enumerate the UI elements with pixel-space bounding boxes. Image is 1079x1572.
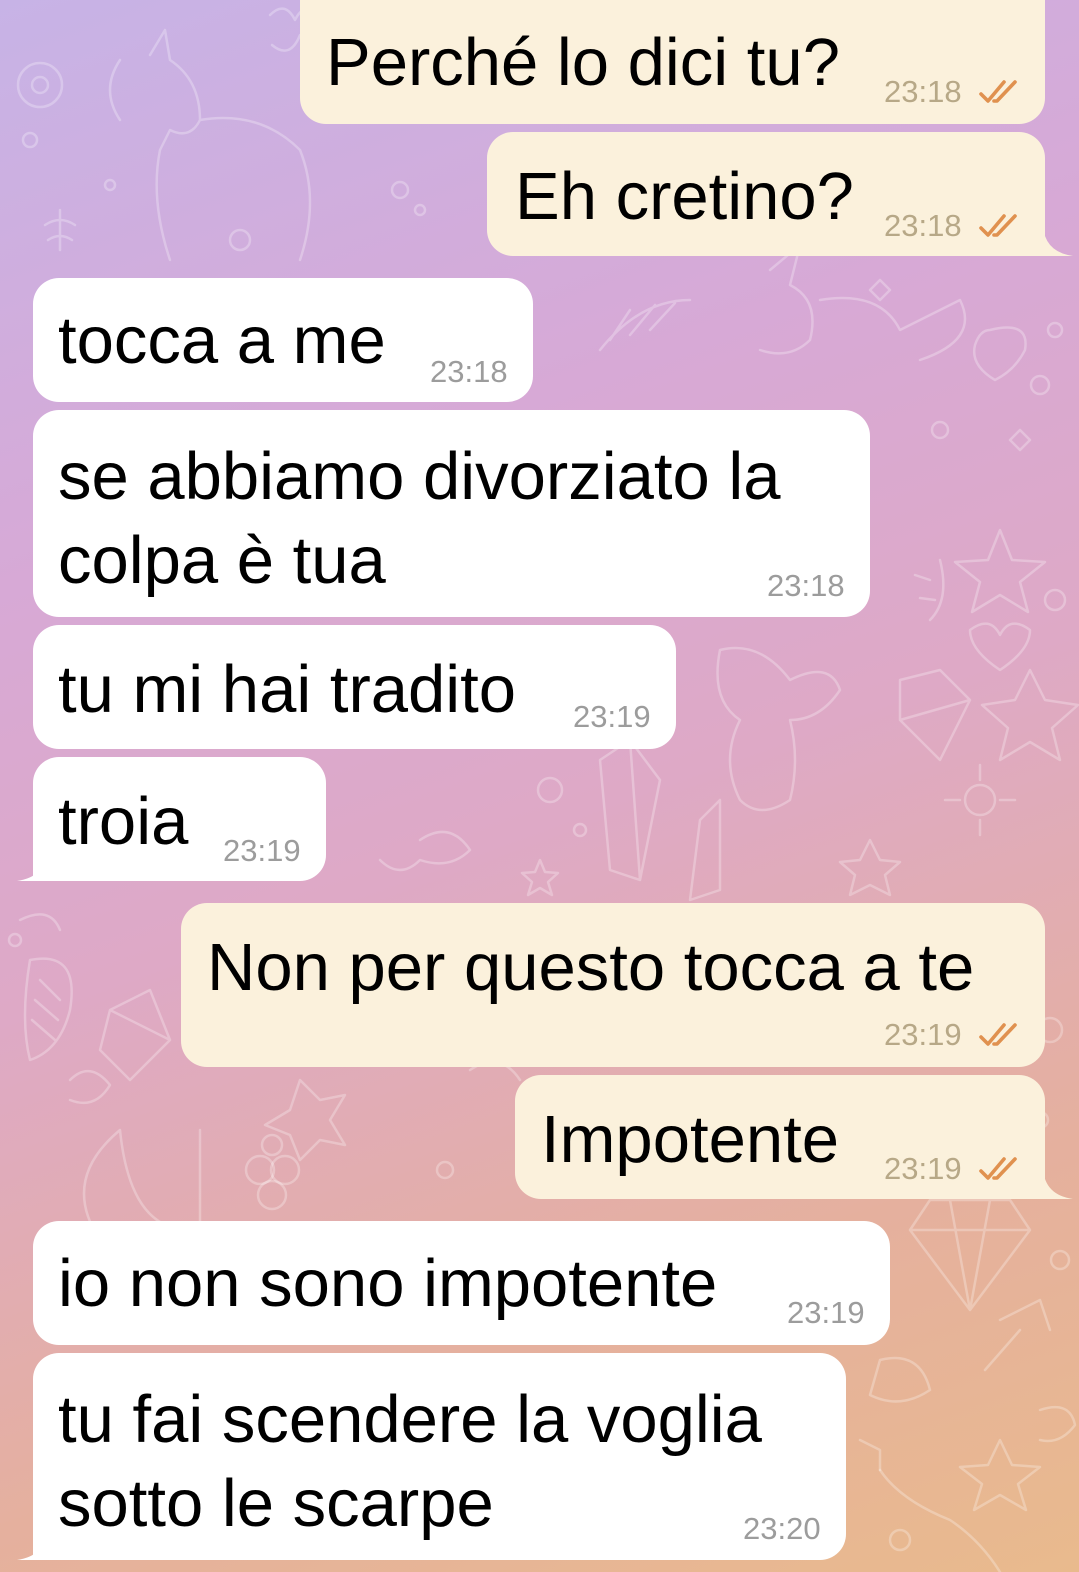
- bubble-tail: [17, 1530, 47, 1560]
- message-text: Perché lo dici tu?: [326, 25, 840, 100]
- message-text: tocca a me: [58, 303, 386, 378]
- bubble-tail: [17, 851, 47, 881]
- message-bubble-incoming[interactable]: io non sono impotente 23:19: [33, 1221, 890, 1345]
- double-check-icon: [979, 214, 1017, 237]
- message-text: Eh cretino?: [515, 159, 854, 234]
- message-timestamp: 23:19: [223, 833, 301, 868]
- message-bubble-incoming[interactable]: tu mi hai tradito 23:19: [33, 625, 676, 749]
- message-timestamp: 23:18: [884, 74, 962, 109]
- message-bubble-outgoing[interactable]: Eh cretino? 23:18: [487, 132, 1073, 256]
- bubble-tail: [1043, 1169, 1073, 1199]
- message-text-line: tu fai scendere la voglia: [58, 1382, 762, 1457]
- message-text: Non per questo tocca a te: [207, 930, 975, 1005]
- message-timestamp: 23:19: [573, 699, 651, 734]
- double-check-icon: [979, 1157, 1017, 1180]
- message-bubble-outgoing[interactable]: Non per questo tocca a te 23:19: [181, 903, 1045, 1067]
- message-timestamp: 23:19: [884, 1151, 962, 1186]
- message-text-line: colpa è tua: [58, 523, 386, 598]
- message-bubble-incoming[interactable]: se abbiamo divorziato la colpa è tua 23:…: [33, 410, 870, 617]
- double-check-icon: [979, 1023, 1017, 1046]
- message-bubble-incoming[interactable]: tu fai scendere la voglia sotto le scarp…: [17, 1353, 846, 1560]
- message-timestamp: 23:20: [743, 1511, 821, 1546]
- message-bubble-incoming[interactable]: tocca a me 23:18: [33, 278, 533, 402]
- message-timestamp: 23:18: [430, 354, 508, 389]
- bubble-tail: [1043, 226, 1073, 256]
- message-text: tu mi hai tradito: [58, 652, 517, 727]
- message-timestamp: 23:19: [787, 1295, 865, 1330]
- message-text-line: se abbiamo divorziato la: [58, 439, 781, 514]
- message-text: io non sono impotente: [58, 1246, 718, 1321]
- message-bubble-outgoing[interactable]: Impotente 23:19: [515, 1075, 1073, 1199]
- message-timestamp: 23:18: [767, 568, 845, 603]
- message-timestamp: 23:18: [884, 208, 962, 243]
- message-timestamp: 23:19: [884, 1017, 962, 1052]
- message-text: troia: [58, 784, 189, 859]
- double-check-icon: [979, 80, 1017, 103]
- message-text: Impotente: [541, 1102, 839, 1177]
- message-bubble-incoming[interactable]: troia 23:19: [17, 757, 326, 881]
- message-bubble-outgoing[interactable]: Perché lo dici tu? 23:18: [300, 0, 1045, 124]
- message-text-line: sotto le scarpe: [58, 1466, 494, 1541]
